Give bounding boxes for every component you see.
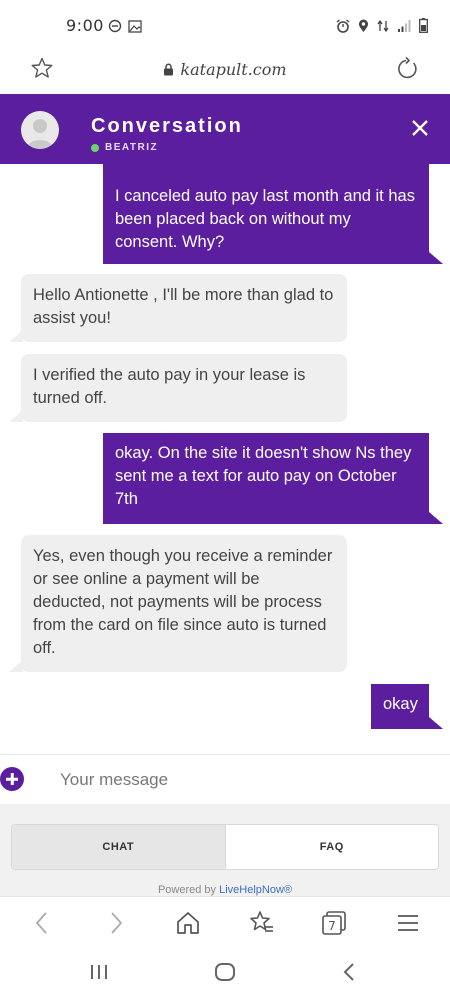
reload-icon[interactable] xyxy=(394,56,420,87)
battery-icon xyxy=(419,18,428,33)
provider-link[interactable]: LiveHelpNow® xyxy=(219,884,292,896)
data-transfer-icon xyxy=(377,19,389,33)
home-icon[interactable] xyxy=(174,909,202,937)
online-status-dot xyxy=(91,143,99,152)
conversation-header: Conversation BEATRIZ xyxy=(0,94,450,164)
do-not-disturb-icon xyxy=(108,19,122,33)
url-field[interactable]: katapult.com xyxy=(0,60,450,80)
agent-name: BEATRIZ xyxy=(105,142,159,153)
message-list[interactable]: I canceled auto pay last month and it ha… xyxy=(0,164,450,754)
message-input[interactable] xyxy=(60,763,420,797)
location-icon xyxy=(358,19,369,33)
user-message: okay. On the site it doesn't show Ns the… xyxy=(103,433,429,524)
menu-icon[interactable] xyxy=(394,909,422,937)
powered-by: Powered by LiveHelpNow® xyxy=(0,884,450,896)
recent-apps-icon[interactable] xyxy=(89,962,109,987)
browser-url-bar: katapult.com xyxy=(0,48,450,94)
back-button-icon[interactable] xyxy=(342,962,358,987)
tab-count: 7 xyxy=(328,919,336,933)
agent-status: BEATRIZ xyxy=(91,142,158,153)
powered-by-label: Powered by xyxy=(157,884,220,896)
tab-faq[interactable]: FAQ xyxy=(224,825,438,869)
agent-message: Yes, even though you receive a reminder … xyxy=(21,535,347,672)
bookmarks-icon[interactable] xyxy=(248,909,276,937)
message-composer xyxy=(0,754,450,804)
tabs-icon[interactable]: 7 xyxy=(320,909,348,937)
bubble-tail xyxy=(429,717,443,729)
close-icon[interactable] xyxy=(410,118,430,138)
url-text: katapult.com xyxy=(180,60,287,79)
bubble-tail xyxy=(429,512,443,524)
signal-icon xyxy=(397,19,411,32)
gallery-icon xyxy=(128,19,142,33)
bubble-tail xyxy=(9,660,23,672)
bubble-tail xyxy=(9,330,23,342)
agent-message: I verified the auto pay in your lease is… xyxy=(21,354,347,422)
add-attachment-button[interactable] xyxy=(0,767,24,791)
user-message: I canceled auto pay last month and it ha… xyxy=(103,164,429,264)
bubble-tail xyxy=(429,252,443,264)
tab-chat[interactable]: CHAT xyxy=(12,825,225,869)
home-button-icon[interactable] xyxy=(214,962,236,987)
user-message: okay xyxy=(371,684,429,729)
chat-tabs-area: CHAT FAQ xyxy=(0,804,450,884)
back-icon[interactable] xyxy=(28,909,56,937)
status-time: 9:00 xyxy=(66,16,104,35)
browser-toolbar: 7 xyxy=(0,896,450,948)
status-bar: 9:00 xyxy=(0,0,450,48)
agent-avatar xyxy=(21,111,59,149)
chat-tabs: CHAT FAQ xyxy=(11,824,439,870)
android-nav-bar xyxy=(0,948,450,1000)
forward-icon[interactable] xyxy=(102,909,130,937)
bubble-tail xyxy=(9,410,23,422)
lock-icon xyxy=(163,61,174,80)
agent-message: Hello Antionette , I'll be more than gla… xyxy=(21,274,347,342)
alarm-icon xyxy=(336,18,350,33)
conversation-title: Conversation xyxy=(91,115,243,137)
